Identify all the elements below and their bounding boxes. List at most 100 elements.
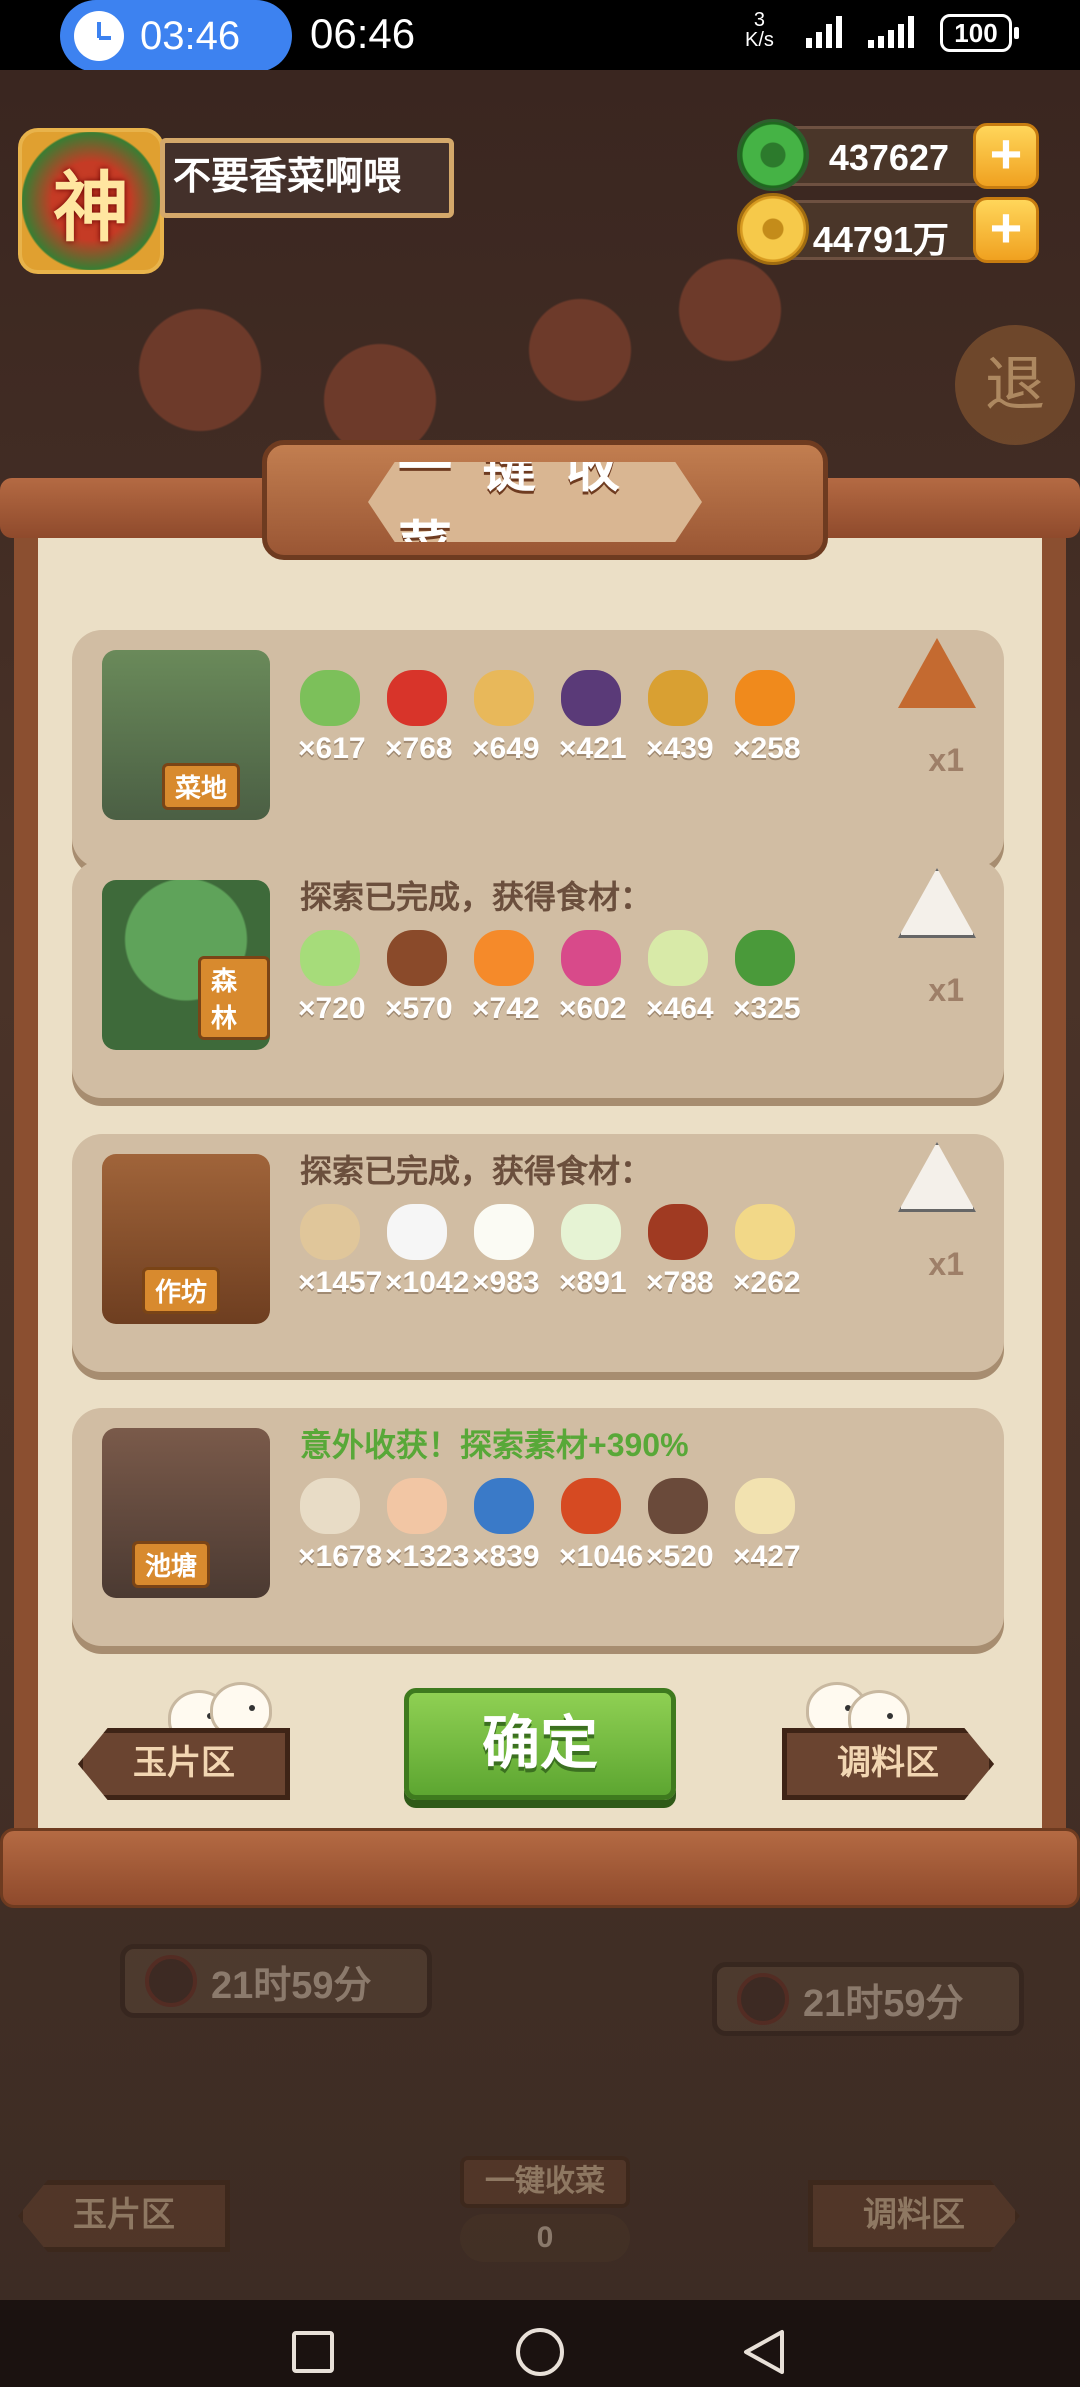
card-tag: 森林	[198, 956, 270, 1040]
alarm-timer-pill[interactable]: 03:46	[60, 0, 292, 72]
timer-left: 21时59分	[120, 1944, 432, 2018]
one-click-harvest-button: 一键收菜	[460, 2156, 630, 2208]
list-item: ×768	[385, 670, 472, 766]
list-item: ×649	[472, 670, 559, 766]
list-item: ×1323	[385, 1478, 472, 1574]
bonus-message: 意外收获！探索素材+390%	[300, 1427, 689, 1463]
list-item: ×1042	[385, 1204, 472, 1300]
home-icon[interactable]	[516, 2328, 564, 2376]
clock-icon	[145, 1955, 197, 2007]
card-message: 探索已完成，获得食材：	[300, 879, 653, 915]
list-item: ×427	[733, 1478, 820, 1574]
pumpkin-icon	[735, 670, 795, 726]
player-name: 不要香菜啊喂	[160, 138, 454, 218]
network-speed: 3 K/s	[745, 10, 774, 50]
avatar-glyph: 神	[53, 163, 129, 252]
list-item: ×258	[733, 670, 820, 766]
list-item: ×1678	[298, 1478, 385, 1574]
network-speed-unit: K/s	[745, 29, 774, 51]
network-speed-value: 3	[753, 9, 766, 31]
list-item: ×839	[472, 1478, 559, 1574]
list-item: ×742	[472, 930, 559, 1026]
item-list: ×1457 ×1042 ×983 ×891 ×788 ×262	[298, 1204, 820, 1300]
list-item: ×520	[646, 1478, 733, 1574]
seasoning-area-sign: 调料区	[808, 2180, 1020, 2252]
forest-illustration: 森林	[102, 880, 270, 1050]
confirm-button[interactable]: 确定	[404, 1688, 676, 1800]
tofu-icon	[474, 1204, 534, 1260]
list-item: ×1046	[559, 1478, 646, 1574]
reward-multiplier: x1	[928, 742, 964, 778]
cabbage-icon	[300, 930, 360, 986]
clam-icon	[300, 1478, 360, 1534]
coin-icon	[737, 193, 809, 265]
alarm-clock-icon	[74, 11, 124, 61]
radish-icon	[561, 930, 621, 986]
jade-area-button[interactable]: 玉片区	[78, 1728, 290, 1800]
list-item: ×439	[646, 670, 733, 766]
chili-icon	[387, 670, 447, 726]
reward-token-icon	[898, 638, 976, 708]
signal-icon	[806, 16, 842, 48]
timer-left-text: 21时59分	[211, 1964, 372, 2007]
timer-text: 03:46	[140, 13, 241, 58]
harvest-card-pond: 池塘 意外收获！探索素材+390% ×1678 ×1323 ×839 ×1046…	[72, 1408, 1004, 1646]
herb-icon	[735, 930, 795, 986]
potato-icon	[474, 670, 534, 726]
jade-currency: 437627 +	[737, 119, 1039, 191]
crab-icon	[648, 1478, 708, 1534]
list-item: ×464	[646, 930, 733, 1026]
exit-button[interactable]: 退	[955, 325, 1075, 445]
card-tag: 菜地	[162, 763, 241, 810]
add-jade-button[interactable]: +	[973, 123, 1039, 189]
item-list: ×720 ×570 ×742 ×602 ×464 ×325	[298, 930, 820, 1026]
fin-icon	[735, 1478, 795, 1534]
seasoning-area-button[interactable]: 调料区	[782, 1728, 994, 1800]
reward-multiplier: x1	[928, 972, 964, 1008]
eggplant-icon	[561, 670, 621, 726]
list-item: ×720	[298, 930, 385, 1026]
list-item: ×1457	[298, 1204, 385, 1300]
item-list: ×1678 ×1323 ×839 ×1046 ×520 ×427	[298, 1478, 820, 1574]
flour-sack-icon	[300, 1204, 360, 1260]
battery-icon: 100	[940, 14, 1019, 52]
list-item: ×788	[646, 1204, 733, 1300]
recent-apps-icon[interactable]	[292, 2331, 334, 2373]
gold-currency: 44791万 +	[737, 193, 1039, 265]
scroll-bottom-rod	[0, 1828, 1080, 1908]
jade-icon	[737, 119, 809, 191]
list-item: ×983	[472, 1204, 559, 1300]
list-item: ×570	[385, 930, 472, 1026]
rice-dish-icon	[561, 1204, 621, 1260]
rice-bowl-icon	[387, 1204, 447, 1260]
list-item: ×262	[733, 1204, 820, 1300]
harvest-card-field: 菜地 ×617 ×768 ×649 ×421 ×439 ×258 x1	[72, 630, 1004, 868]
shrimp-icon	[387, 1478, 447, 1534]
list-item: ×617	[298, 670, 385, 766]
player-avatar[interactable]: 神	[18, 128, 164, 274]
jade-amount: 437627	[828, 137, 949, 178]
reward-token-icon	[898, 868, 976, 938]
timer-right: 21时59分	[712, 1962, 1024, 2036]
item-list: ×617 ×768 ×649 ×421 ×439 ×258	[298, 670, 820, 766]
reward-multiplier: x1	[928, 1246, 964, 1282]
fish-icon	[474, 1478, 534, 1534]
sauce-jar-icon	[648, 1204, 708, 1260]
list-item: ×421	[559, 670, 646, 766]
back-icon[interactable]	[742, 2328, 786, 2376]
pond-illustration: 池塘	[102, 1428, 270, 1598]
harvest-count: 0	[460, 2214, 630, 2262]
jade-area-sign: 玉片区	[18, 2180, 230, 2252]
corn-pineapple-icon	[648, 670, 708, 726]
signal-icon	[868, 16, 914, 48]
vegetable-field-illustration: 菜地	[102, 650, 270, 820]
card-message: 探索已完成，获得食材：	[300, 1153, 653, 1189]
scallion-icon	[300, 670, 360, 726]
meat-icon	[561, 1478, 621, 1534]
bamboo-shoot-icon	[648, 930, 708, 986]
add-gold-button[interactable]: +	[973, 197, 1039, 263]
status-bar: 03:46 06:46 3 K/s 100	[0, 0, 1080, 72]
gold-amount: 44791万	[812, 219, 949, 260]
card-tag: 池塘	[132, 1541, 211, 1588]
clock: 06:46	[310, 10, 416, 57]
